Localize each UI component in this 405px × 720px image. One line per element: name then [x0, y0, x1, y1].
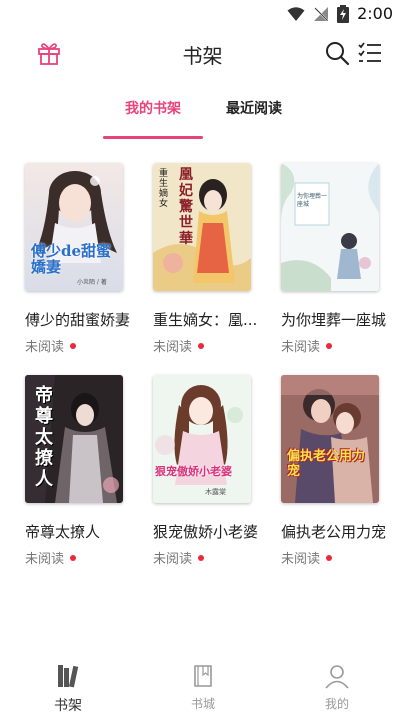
clock: 2:00: [357, 4, 393, 23]
tab-bar: 我的书架 最近阅读: [0, 88, 405, 148]
tab-my-shelf[interactable]: 我的书架: [125, 98, 181, 118]
book-title[interactable]: 傅少的甜蜜娇妻: [25, 309, 137, 330]
unread-dot: [198, 554, 205, 561]
search-icon[interactable]: [324, 40, 350, 66]
book-cover[interactable]: 傅少de甜蜜嬌妻 小炎陌 / 著: [25, 163, 123, 291]
battery-icon: [337, 4, 350, 23]
unread-dot: [326, 342, 333, 349]
bottom-navigation: 书架 书城 我的: [0, 655, 405, 720]
read-status: 未阅读: [153, 336, 265, 355]
tab-recent-reading[interactable]: 最近阅读: [226, 98, 282, 118]
user-icon: [325, 665, 349, 689]
book-cover[interactable]: 狠宠傲娇小老婆 木露棠: [153, 375, 251, 503]
book-icon: [194, 665, 212, 687]
status-text: 未阅读: [281, 340, 321, 355]
status-text: 未阅读: [281, 552, 321, 567]
list-menu-icon[interactable]: [357, 40, 383, 66]
read-status: 未阅读: [153, 548, 265, 567]
cover-title-text: 狠宠傲娇小老婆: [155, 465, 232, 478]
cover-subtitle-text: 重生嫡女: [159, 169, 169, 209]
unread-dot: [70, 342, 77, 349]
read-status: 未阅读: [25, 548, 137, 567]
read-status: 未阅读: [25, 336, 137, 355]
cover-title-text: 偏执老公用力宠: [287, 449, 366, 479]
nav-shelf-label: 书架: [54, 698, 82, 714]
unread-dot: [198, 342, 205, 349]
nav-shelf[interactable]: 书架: [33, 663, 103, 715]
book-title[interactable]: 狠宠傲娇小老婆: [153, 521, 265, 542]
book-title[interactable]: 为你埋葬一座城: [281, 309, 393, 330]
book-cover[interactable]: 凰妃驚世華 重生嫡女: [153, 163, 251, 291]
book-cover[interactable]: 偏执老公用力宠: [281, 375, 379, 503]
cover-title-text: 傅少de甜蜜嬌妻: [31, 242, 112, 276]
book-cover[interactable]: 帝尊太撩人: [25, 375, 123, 503]
book-card[interactable]: 为你埋葬一座城 为你埋葬一座城 未阅读: [281, 163, 393, 355]
book-title[interactable]: 重生嫡女：凰...: [153, 309, 265, 330]
status-bar: 2:00: [0, 0, 405, 30]
cover-title-text: 凰妃驚世華: [179, 167, 193, 247]
top-app-bar: 书架: [0, 30, 405, 78]
book-card[interactable]: 偏执老公用力宠 偏执老公用力宠 未阅读: [281, 375, 393, 567]
book-title[interactable]: 偏执老公用力宠: [281, 521, 393, 542]
cover-author-text: 木露棠: [205, 488, 226, 496]
nav-store-label: 书城: [190, 697, 215, 711]
book-card[interactable]: 狠宠傲娇小老婆 木露棠 狠宠傲娇小老婆 未阅读: [153, 375, 265, 567]
active-tab-indicator: [103, 136, 203, 139]
wifi-icon: [287, 6, 305, 21]
read-status: 未阅读: [281, 336, 393, 355]
status-text: 未阅读: [25, 340, 65, 355]
book-card[interactable]: 帝尊太撩人 帝尊太撩人 未阅读: [25, 375, 137, 567]
nav-store[interactable]: 书城: [168, 663, 238, 712]
no-signal-icon: [314, 6, 329, 21]
book-cover[interactable]: 为你埋葬一座城: [281, 163, 379, 291]
book-card[interactable]: 傅少de甜蜜嬌妻 小炎陌 / 著 傅少的甜蜜娇妻 未阅读: [25, 163, 137, 355]
read-status: 未阅读: [281, 548, 393, 567]
book-card[interactable]: 凰妃驚世華 重生嫡女 重生嫡女：凰... 未阅读: [153, 163, 265, 355]
book-title[interactable]: 帝尊太撩人: [25, 521, 137, 542]
cover-author-text: 小炎陌 / 著: [77, 279, 107, 286]
unread-dot: [70, 554, 77, 561]
nav-mine[interactable]: 我的: [302, 663, 372, 712]
cover-title-text: 为你埋葬一座城: [297, 193, 328, 208]
status-text: 未阅读: [153, 340, 193, 355]
unread-dot: [326, 554, 333, 561]
bookshelf-icon: [58, 665, 79, 688]
status-text: 未阅读: [153, 552, 193, 567]
cover-title-text: 帝尊太撩人: [35, 385, 53, 490]
nav-mine-label: 我的: [324, 697, 349, 711]
status-text: 未阅读: [25, 552, 65, 567]
